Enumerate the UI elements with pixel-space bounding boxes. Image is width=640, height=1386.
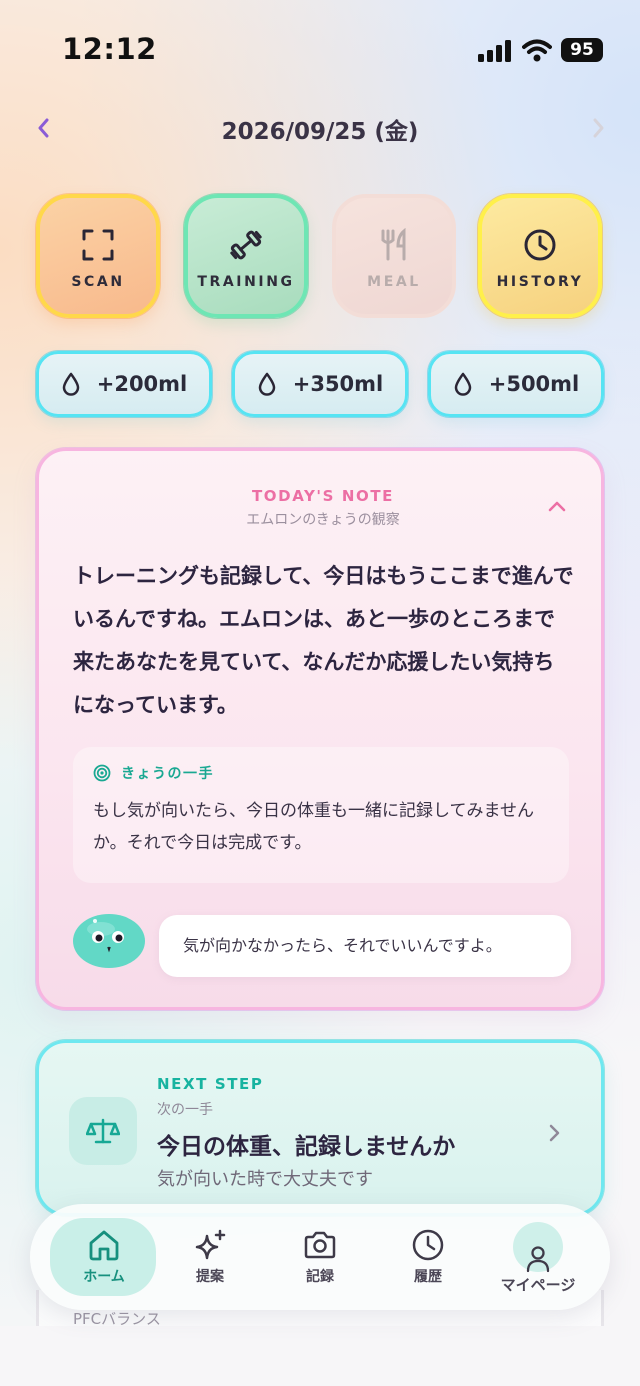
scale-icon [86,1118,120,1144]
sparkles-icon [195,1229,226,1260]
mascot-avatar [73,914,145,968]
scan-label: SCAN [71,274,125,290]
tab-home-label: ホーム [83,1269,125,1285]
next-step-hint: 気が向いた時で大丈夫です [157,1169,373,1190]
history-button[interactable]: HISTORY [478,194,602,318]
clock-icon [412,1229,444,1261]
tab-history[interactable]: 履歴 [374,1204,482,1310]
todays-note-card: TODAY'S NOTE エムロンのきょうの観察 トレーニングも記録して、今日は… [36,448,604,1010]
water-drop-icon [62,372,79,396]
add-water-350-button[interactable]: +350ml [232,351,408,417]
mascot-speech-bubble: 気が向かなかったら、それでいいんですよ。 [159,915,571,977]
tab-suggest-label: 提案 [196,1269,224,1285]
fork-knife-icon [381,228,406,261]
avatar [513,1222,563,1273]
tab-record[interactable]: 記録 [266,1204,374,1310]
next-step-subtitle: 次の一手 [157,1102,213,1118]
add-water-200-button[interactable]: +200ml [36,351,212,417]
cellular-signal-icon [478,40,512,62]
next-step-kicker: NEXT STEP [157,1075,264,1093]
note-kicker: TODAY'S NOTE [251,487,395,505]
tip-box: きょうの一手 もし気が向いたら、今日の体重も一緒に記録してみませんか。それで今日… [73,747,569,883]
water-350-label: +350ml [292,372,384,396]
tab-mypage-label: マイページ [500,1276,576,1294]
note-body: トレーニングも記録して、今日はもうここまで進んでいるんですね。エムロンは、あと一… [73,564,574,717]
current-date: 2026/09/25 (金) [221,119,419,145]
note-subtitle: エムロンのきょうの観察 [246,512,400,528]
tab-history-label: 履歴 [414,1269,442,1285]
tip-body: もし気が向いたら、今日の体重も一緒に記録してみませんか。それで今日は完成です。 [93,801,534,853]
home-icon [89,1230,119,1261]
camera-icon [304,1231,336,1259]
history-label: HISTORY [496,274,584,290]
tab-suggest[interactable]: 提案 [156,1204,264,1310]
chevron-right-icon[interactable] [584,112,612,144]
tab-mypage[interactable]: マイページ [484,1204,592,1310]
water-drop-icon [258,372,275,396]
wifi-icon [522,39,552,62]
next-step-card[interactable]: NEXT STEP 次の一手 今日の体重、記録しませんか 気が向いた時で大丈夫で… [36,1040,604,1216]
tip-header: きょうの一手 [93,763,214,783]
scan-button[interactable]: SCAN [36,194,160,318]
training-label: TRAINING [197,274,295,290]
training-button[interactable]: TRAINING [184,194,308,318]
meal-label: MEAL [367,274,421,290]
tip-title: きょうの一手 [121,766,214,782]
person-icon [526,1246,550,1273]
clock-icon [524,229,556,261]
bottom-fade [0,1326,640,1386]
water-500-label: +500ml [488,372,580,396]
water-drop-icon [454,372,471,396]
meal-button[interactable]: MEAL [332,194,456,318]
chevron-right-icon [549,1124,560,1142]
tab-home[interactable]: ホーム [50,1204,158,1310]
scan-icon [82,229,114,261]
chevron-up-icon[interactable] [545,497,569,515]
water-200-label: +200ml [96,372,188,396]
bottom-tab-bar: ホーム 提案 記録 履歴 マイページ [30,1204,610,1310]
add-water-500-button[interactable]: +500ml [428,351,604,417]
dumbbell-icon [230,230,262,260]
battery-indicator: 95 [561,38,603,62]
scale-icon-box [69,1097,137,1165]
next-step-title: 今日の体重、記録しませんか [157,1134,456,1160]
tab-record-label: 記録 [306,1269,334,1285]
status-time: 12:12 [62,32,157,66]
target-icon [93,764,111,782]
